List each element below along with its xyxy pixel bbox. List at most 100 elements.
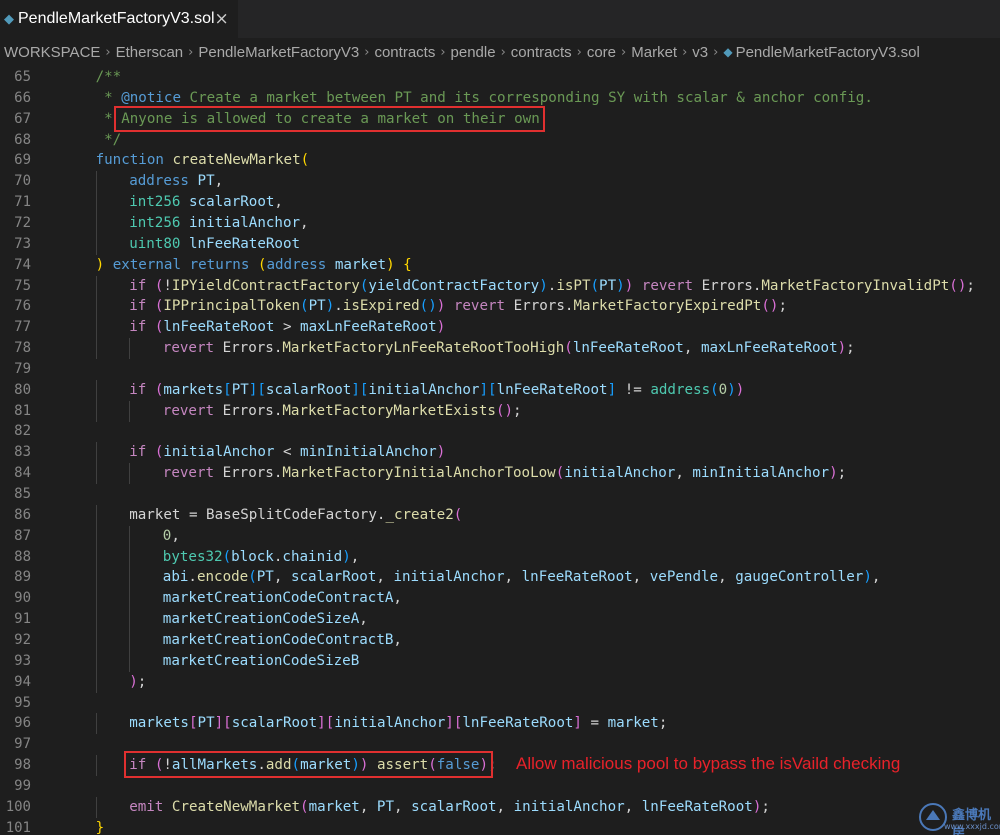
editor-tab[interactable]: ◆ PendleMarketFactoryV3.sol × xyxy=(0,0,238,38)
indent-guide xyxy=(95,796,97,818)
code-token: abi xyxy=(162,569,189,586)
code-token: ] xyxy=(479,381,489,398)
line-number: 70 xyxy=(14,173,31,190)
breadcrumb-item[interactable]: PendleMarketFactoryV3 xyxy=(198,44,359,61)
code-token: ( xyxy=(248,569,257,586)
code-token: MarketFactoryLnFeeRateRootTooHigh xyxy=(282,340,565,357)
line-number: 96 xyxy=(14,715,31,732)
code-line: 89 abi.encode(PT, scalarRoot, initialAnch… xyxy=(0,567,1000,589)
code-token: { xyxy=(403,256,412,273)
indent-guide xyxy=(95,567,97,589)
code-token: PT xyxy=(376,798,395,815)
line-number: 84 xyxy=(14,465,31,482)
indent-guide xyxy=(129,650,131,672)
line-number: 77 xyxy=(14,319,31,336)
code-text: */ xyxy=(96,130,121,151)
code-token: ) xyxy=(539,277,548,294)
code-token: lnFeeRateRoot xyxy=(496,381,608,398)
code-line: 73 uint80 lnFeeRateRoot xyxy=(0,233,1000,255)
code-token: if xyxy=(129,381,147,398)
code-token: , xyxy=(359,798,377,815)
indent-guide xyxy=(95,212,97,234)
line-number: 97 xyxy=(14,736,31,753)
chevron-right-icon: › xyxy=(621,44,627,60)
code-token: returns xyxy=(189,256,250,273)
code-token: market = BaseSplitCodeFactory. xyxy=(129,506,386,523)
indent-guide xyxy=(95,755,97,777)
code-token: initialAnchor xyxy=(334,715,446,732)
code-token: function xyxy=(95,152,164,169)
indent-guide xyxy=(95,463,97,485)
code-token: , xyxy=(504,569,522,586)
code-token: , xyxy=(624,798,642,815)
breadcrumb-item[interactable]: contracts xyxy=(511,44,572,61)
code-token: isExpired xyxy=(342,298,420,315)
code-line: 90 marketCreationCodeContractA, xyxy=(0,588,1000,610)
code-token: ) xyxy=(616,277,625,294)
code-token: = xyxy=(581,715,608,732)
code-line: 78 revert Errors.MarketFactoryLnFeeRateRo… xyxy=(0,338,1000,360)
code-token: () xyxy=(761,298,779,315)
code-token: address xyxy=(650,381,711,398)
line-number: 89 xyxy=(14,569,31,586)
code-token: ) xyxy=(829,465,838,482)
breadcrumb-item[interactable]: pendle xyxy=(451,44,496,61)
code-editor[interactable]: 65 /** 66 * @notice Create a market betwee… xyxy=(0,66,1000,835)
code-token: , xyxy=(496,798,514,815)
code-token: @notice xyxy=(121,89,182,106)
line-number: 83 xyxy=(14,444,31,461)
code-token: ) xyxy=(735,381,745,398)
indent-guide xyxy=(95,192,97,214)
code-token: ( xyxy=(555,465,565,482)
breadcrumb-item[interactable]: PendleMarketFactoryV3.sol xyxy=(736,44,920,61)
code-token: , xyxy=(393,590,402,607)
line-number: 88 xyxy=(14,548,31,565)
line-number: 72 xyxy=(14,214,31,231)
line-number: 93 xyxy=(14,652,31,669)
code-token: maxLnFeeRateRoot xyxy=(300,319,437,336)
code-token: CreateNewMarket xyxy=(171,798,301,815)
code-text: market = BaseSplitCodeFactory._create2( xyxy=(129,505,462,526)
code-token: Create a market between PT and its corre… xyxy=(181,89,873,106)
indent-guide xyxy=(95,171,97,193)
indent-guide xyxy=(95,379,97,401)
code-token: market xyxy=(607,715,659,732)
indent-guide xyxy=(95,275,97,297)
indent-guide xyxy=(95,671,97,693)
breadcrumb-item[interactable]: WORKSPACE xyxy=(4,44,100,61)
code-token: [ xyxy=(325,715,335,732)
code-line: 95 xyxy=(0,693,1000,714)
line-number: 92 xyxy=(14,631,31,648)
breadcrumb-item[interactable]: v3 xyxy=(692,44,708,61)
breadcrumb-item[interactable]: core xyxy=(587,44,616,61)
close-icon[interactable]: × xyxy=(215,9,229,29)
code-token: ( xyxy=(222,548,232,565)
watermark: 鑫博机房 www.xxxjd.com xyxy=(918,800,1000,835)
breadcrumb-item[interactable]: Market xyxy=(631,44,677,61)
annotation-text: Allow malicious pool to bypass the isVai… xyxy=(516,754,901,773)
code-token: ; xyxy=(137,673,147,690)
code-token: _create2 xyxy=(385,506,454,523)
code-line: 86 market = BaseSplitCodeFactory._create2… xyxy=(0,504,1000,526)
code-token: ; xyxy=(966,277,975,294)
code-text: 0, xyxy=(163,526,180,547)
code-line: 75 if (!IPYieldContractFactory(yieldContr… xyxy=(0,275,1000,297)
indent-guide xyxy=(95,713,97,735)
breadcrumb-item[interactable]: Etherscan xyxy=(116,44,184,61)
breadcrumb-item[interactable]: contracts xyxy=(374,44,435,61)
line-number: 74 xyxy=(14,256,31,273)
code-token: lnFeeRateRoot xyxy=(521,569,633,586)
chevron-right-icon: › xyxy=(105,44,111,60)
indent-guide xyxy=(95,338,97,360)
line-number: 69 xyxy=(14,152,31,169)
code-token: , xyxy=(171,527,180,544)
code-token: 0 xyxy=(718,381,728,398)
code-token: } xyxy=(95,819,105,835)
code-token: ] xyxy=(607,381,617,398)
